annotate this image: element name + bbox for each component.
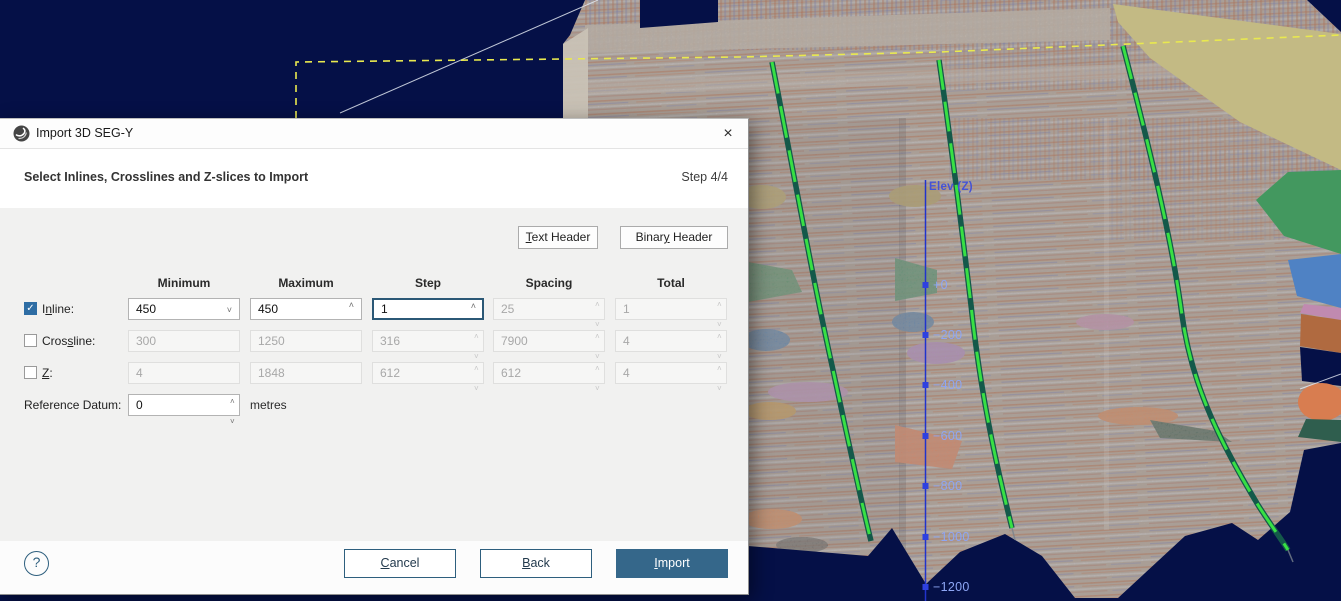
checkmark-icon: ✓ [25,303,36,314]
window-title: Import 3D SEG-Y [36,126,133,140]
reference-datum-field[interactable]: 0˄˅ [128,394,240,416]
application-window: Elev (Z) +0 −200 −400 −600 −800 −1000 −1… [0,0,1341,601]
spinner-down-icon: ˅ [717,321,722,329]
spinner-up-icon: ˄ [717,365,722,373]
z-step-field: 612˄˅ [372,362,484,384]
inline-step-field[interactable]: 1˄ [372,298,484,320]
wizard-step-indicator: Step 4/4 [681,170,728,184]
spinner-down-icon: ˅ [474,353,479,361]
dialog-footer: ? Cancel Back Import [0,541,748,594]
spinner-down-icon: ˅ [717,353,722,361]
axis-tick-400: −400 [933,377,962,393]
dialog-titlebar[interactable]: Import 3D SEG-Y × [0,119,748,149]
spinner-down-icon[interactable]: ˅ [230,418,235,426]
back-button[interactable]: Back [480,549,592,578]
axis-title: Elev (Z) [929,181,973,193]
spinner-up-icon: ˄ [474,333,479,341]
crossline-total-field: 4˄˅ [615,330,727,352]
reference-datum-unit: metres [250,394,287,416]
import-3d-segy-dialog: Import 3D SEG-Y × Select Inlines, Crossl… [0,118,749,595]
spinner-down-icon: ˅ [595,321,600,329]
axis-tick-200: −200 [933,327,962,343]
spinner-down-icon: ˅ [474,385,479,393]
spinner-up-icon: ˄ [474,365,479,373]
column-header-maximum: Maximum [250,276,362,290]
axis-tick-1200: −1200 [933,579,970,595]
text-header-button[interactable]: Text Header [518,226,598,249]
column-header-minimum: Minimum [128,276,240,290]
crossline-spacing-field: 7900˄˅ [493,330,605,352]
z-minimum-field: 4 [128,362,240,384]
spinner-up-icon: ˄ [595,333,600,341]
help-icon[interactable]: ? [24,551,49,576]
reference-datum-label: Reference Datum: [24,394,121,416]
spinner-down-icon: ˅ [717,385,722,393]
chevron-up-icon[interactable]: ˄ [349,301,354,310]
axis-tick-800: −800 [933,478,962,494]
column-header-step: Step [372,276,484,290]
inline-spacing-field: 25˄˅ [493,298,605,320]
spinner-down-icon: ˅ [595,353,600,361]
close-icon[interactable]: × [716,122,740,146]
inline-checkbox[interactable]: ✓ [24,302,37,315]
chevron-down-icon[interactable]: ˅ [227,306,232,315]
crossline-maximum-field: 1250 [250,330,362,352]
app-logo-icon [13,125,30,142]
axis-tick-0: +0 [933,277,948,293]
crossline-checkbox[interactable]: ✓ [24,334,37,347]
column-header-total: Total [615,276,727,290]
inline-row-label: Inline: [42,298,74,320]
z-spacing-field: 612˄˅ [493,362,605,384]
binary-header-button[interactable]: Binary Header [620,226,728,249]
dialog-header-section: Select Inlines, Crosslines and Z-slices … [0,149,748,208]
crossline-row-label: Crossline: [42,330,95,352]
spinner-up-icon[interactable]: ˄ [230,398,235,406]
page-title: Select Inlines, Crosslines and Z-slices … [24,170,308,184]
spinner-down-icon: ˅ [595,385,600,393]
inline-minimum-field[interactable]: 450˅ [128,298,240,320]
chevron-up-icon[interactable]: ˄ [471,302,476,311]
spinner-up-icon: ˄ [595,365,600,373]
spinner-up-icon: ˄ [717,301,722,309]
axis-tick-1000: −1000 [933,529,970,545]
z-row-label: Z: [42,362,53,384]
crossline-minimum-field: 300 [128,330,240,352]
z-maximum-field: 1848 [250,362,362,384]
spinner-up-icon: ˄ [717,333,722,341]
inline-total-field: 1˄˅ [615,298,727,320]
cancel-button[interactable]: Cancel [344,549,456,578]
spinner-up-icon: ˄ [595,301,600,309]
import-button[interactable]: Import [616,549,728,578]
crossline-step-field: 316˄˅ [372,330,484,352]
inline-maximum-field[interactable]: 450˄ [250,298,362,320]
z-total-field: 4˄˅ [615,362,727,384]
dialog-body: Text Header Binary Header Minimum Maximu… [0,208,748,541]
axis-tick-600: −600 [933,428,962,444]
column-header-spacing: Spacing [493,276,605,290]
z-checkbox[interactable]: ✓ [24,366,37,379]
